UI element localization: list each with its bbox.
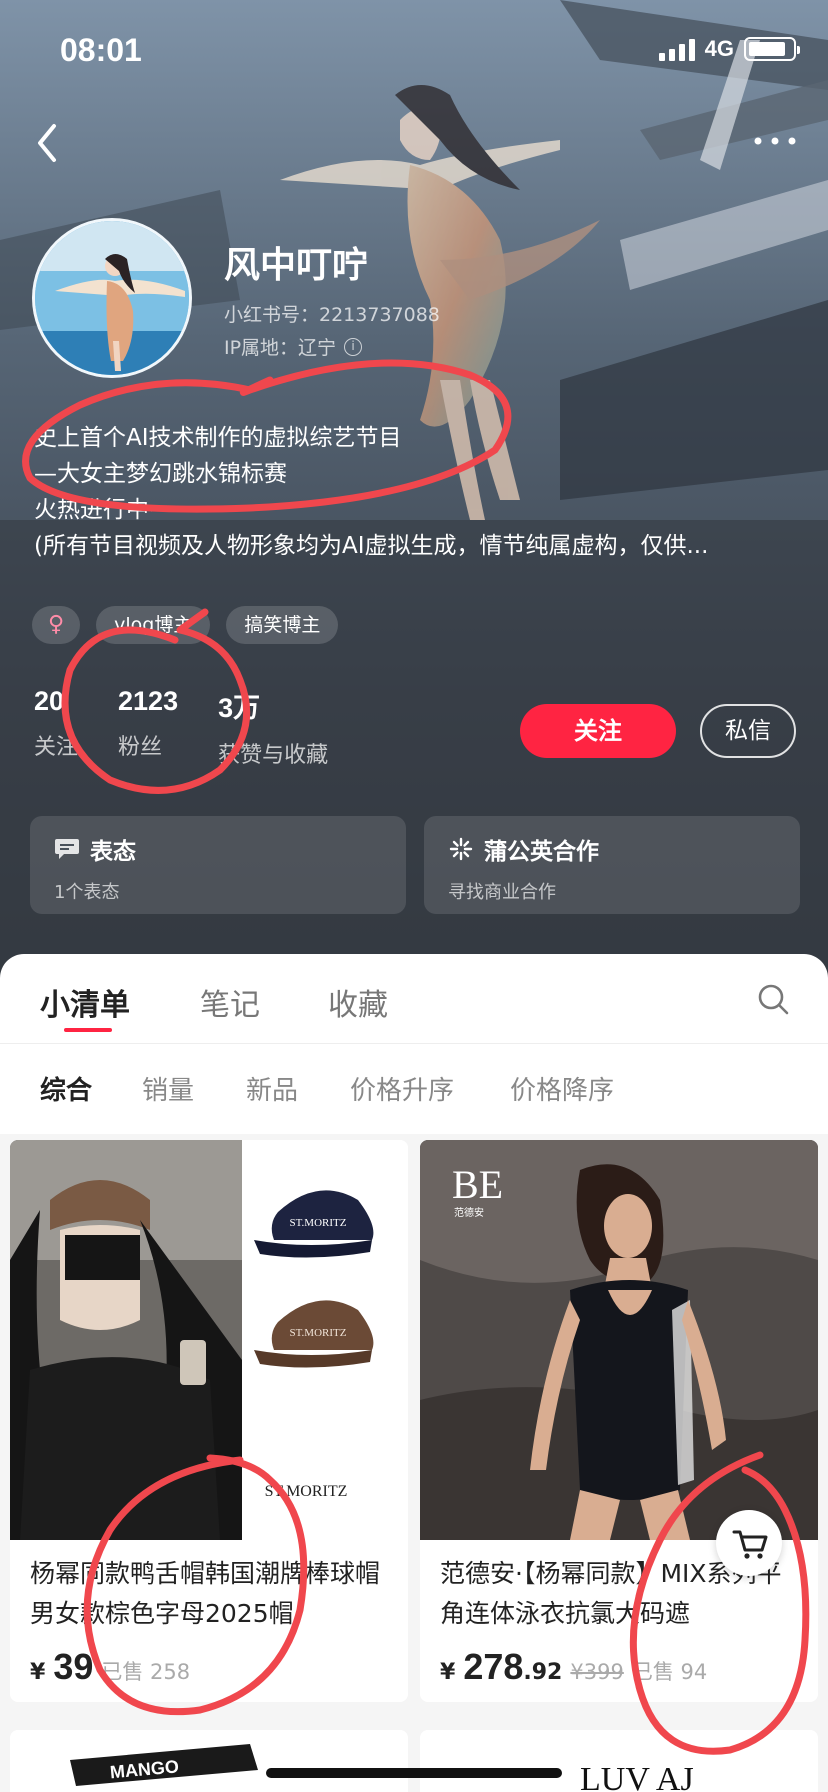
product-image-brand-text: ST.MORITZ [265,1483,348,1500]
price-value: 278 [463,1646,524,1687]
more-button[interactable] [750,126,800,156]
cap-text: ST.MORITZ [290,1217,347,1229]
stat-likes-count: 3万 [218,693,261,723]
filter-price-asc[interactable]: 价格升序 [350,1070,454,1107]
tag-comedy-blogger[interactable]: 搞笑博主 [226,606,339,644]
chat-bubble-icon [55,839,79,859]
search-button[interactable] [756,982,790,1016]
tag-vlog-blogger[interactable]: vlog博主 [96,606,211,644]
bio-line: 火热进行中~ [34,497,169,523]
home-indicator[interactable] [266,1768,562,1778]
filter-sales[interactable]: 销量 [142,1070,194,1107]
product-price-row: ¥ 39 已售 258 [10,1636,408,1702]
next-product-brand: LUV AJ [580,1761,694,1792]
price-symbol: ¥ [440,1660,456,1685]
tab-notes[interactable]: 笔记 [200,980,260,1024]
nickname: 风中叮咛 [224,245,369,286]
attitude-card[interactable]: 表态 1个表态 [30,816,406,914]
search-icon [758,984,789,1015]
filter-new[interactable]: 新品 [246,1070,298,1107]
dandelion-icon [449,837,473,861]
sort-filters: 综合 销量 新品 价格升序 价格降序 [0,1044,828,1134]
profile-tags: ♀ vlog博主 搞笑博主 [32,606,339,644]
sold-count: 已售 258 [101,1660,191,1684]
cap-text: ST.MORITZ [290,1327,347,1339]
bio-line: 史上首个AI技术制作的虚拟综艺节目 [34,425,402,451]
battery-icon [744,37,800,61]
network-type: 4G [704,36,734,61]
stat-following-label: 关注 [34,735,79,760]
product-image: ST.MORITZ ST.MORITZ ST.MORITZ [10,1140,408,1540]
original-price: ¥399 [570,1660,624,1684]
stat-followers[interactable]: 2123 粉丝 [118,686,178,769]
message-button[interactable]: 私信 [700,704,796,758]
profile-header: 08:01 4G 风中叮咛 小红书号：2213737088 IP属地：辽宁 i … [0,0,828,990]
follow-button[interactable]: 关注 [520,704,676,758]
gender-female-icon: ♀ [32,606,81,644]
brand-logo: BE [452,1162,503,1207]
tab-shopping-list[interactable]: 小清单 [40,980,130,1024]
attitude-card-title: 表态 [90,839,136,865]
product-card-next[interactable]: LUV AJ [420,1730,818,1792]
stat-followers-label: 粉丝 [118,735,163,760]
chevron-left-icon [38,124,56,162]
info-icon[interactable]: i [344,337,363,356]
attitude-card-sub: 1个表态 [54,882,120,903]
filter-price-desc[interactable]: 价格降序 [510,1070,614,1107]
red-id: 小红书号：2213737088 [224,304,440,326]
product-name: 杨幂同款鸭舌帽韩国潮牌棒球帽男女款棕色字母2025帽 [30,1559,381,1628]
bio-line: (所有节目视频及人物形象均为AI虚拟生成，情节纯属虚构，仅供... [34,533,709,559]
tab-collections[interactable]: 收藏 [328,980,388,1024]
product-image: BE 范德安 [420,1140,818,1540]
cart-button[interactable] [716,1510,782,1576]
back-button[interactable] [28,118,68,168]
avatar-image [35,221,189,375]
status-time: 08:01 [60,32,142,68]
profile-cards: 表态 1个表态 蒲公英合作 寻找商业合作 [30,816,800,914]
product-card[interactable]: ST.MORITZ ST.MORITZ ST.MORITZ 杨幂同款鸭舌帽韩国潮… [10,1140,408,1702]
product-price-row: ¥ 278 .92 ¥399 已售 94 [420,1636,818,1702]
product-card[interactable]: BE 范德安 范德安·【杨幂同款】MIX系列平角连体泳衣抗氯大码遮 ¥ 278 … [420,1140,818,1702]
brand-logo-sub: 范德安 [454,1206,484,1219]
price-decimal: .92 [523,1660,563,1685]
ip-location-text: IP属地：辽宁 [224,337,337,359]
profile-stats: 20 关注 2123 粉丝 3万 获赞与收藏 [34,686,328,769]
price-symbol: ¥ [30,1660,46,1685]
ip-location: IP属地：辽宁 i [224,333,363,360]
stat-likes-label: 获赞与收藏 [218,743,329,768]
content-sheet: 小清单 笔记 收藏 综合 销量 新品 价格升序 价格降序 ST.MORITZ S… [0,954,828,1792]
cooperation-card-sub: 寻找商业合作 [448,882,556,903]
more-dots-icon [754,137,796,145]
shopping-cart-icon [732,1530,768,1559]
stat-following[interactable]: 20 关注 [34,686,78,769]
product-card-next[interactable]: MANGO [10,1730,408,1792]
cooperation-card[interactable]: 蒲公英合作 寻找商业合作 [424,816,800,914]
bio[interactable]: 史上首个AI技术制作的虚拟综艺节目 —大女主梦幻跳水锦标赛 火热进行中~ (所有… [34,420,794,564]
sold-count: 已售 94 [631,1660,708,1684]
stat-following-count: 20 [34,686,65,716]
status-indicators: 4G [658,36,800,62]
content-tabs: 小清单 笔记 收藏 [0,954,828,1044]
bio-line: —大女主梦幻跳水锦标赛 [34,461,287,487]
price-value: 39 [53,1646,94,1687]
filter-overall[interactable]: 综合 [40,1070,92,1107]
stat-likes[interactable]: 3万 获赞与收藏 [218,686,328,769]
active-tab-indicator [64,1028,112,1032]
status-bar: 08:01 4G [0,0,828,100]
signal-icon [658,37,695,61]
cooperation-card-title: 蒲公英合作 [484,839,599,865]
stat-followers-count: 2123 [118,686,179,716]
avatar[interactable] [32,218,192,378]
